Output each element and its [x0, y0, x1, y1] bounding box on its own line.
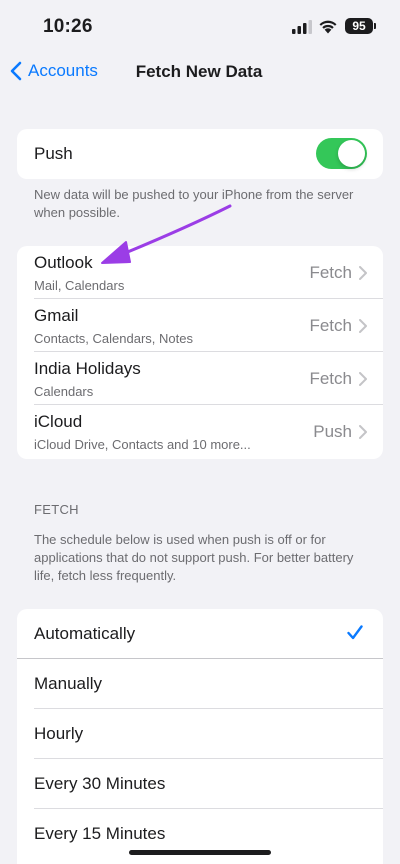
account-row-gmail[interactable]: Gmail Contacts, Calendars, Notes Fetch — [17, 299, 383, 352]
fetch-option-every-30-minutes[interactable]: Every 30 Minutes — [17, 759, 383, 809]
status-bar: 10:26 95 — [0, 0, 400, 52]
fetch-option-automatically[interactable]: Automatically — [17, 609, 383, 659]
account-name: Outlook — [34, 253, 93, 272]
battery-icon: 95 — [345, 18, 373, 34]
signal-icon — [292, 20, 312, 34]
account-detail: iCloud Drive, Contacts and 10 more... — [34, 437, 251, 452]
chevron-right-icon — [359, 266, 367, 280]
chevron-right-icon — [359, 319, 367, 333]
push-group: Push — [17, 129, 383, 179]
wifi-icon — [319, 20, 337, 34]
chevron-right-icon — [359, 372, 367, 386]
page-title-text: Fetch New Data — [135, 62, 263, 81]
account-row-icloud[interactable]: iCloud iCloud Drive, Contacts and 10 mor… — [17, 405, 383, 458]
push-toggle[interactable] — [316, 138, 367, 169]
chevron-right-icon — [359, 425, 367, 439]
toggle-knob — [338, 140, 365, 167]
account-detail: Mail, Calendars — [34, 278, 125, 293]
account-detail: Calendars — [34, 384, 94, 399]
account-value: Push — [313, 422, 352, 441]
status-time: 10:26 — [43, 16, 93, 37]
fetch-option-manually[interactable]: Manually — [17, 659, 383, 709]
account-name: iCloud — [34, 412, 83, 431]
account-name: Gmail — [34, 306, 79, 325]
account-detail: Contacts, Calendars, Notes — [34, 331, 193, 346]
accounts-group: Outlook Mail, Calendars Fetch Gmail Cont… — [17, 246, 383, 459]
account-name: India Holidays — [34, 359, 141, 378]
push-label: Push — [34, 144, 73, 163]
annotation-arrow — [101, 204, 232, 264]
fetch-option-label: Every 15 Minutes — [34, 824, 166, 843]
navigation-bar: Accounts Fetch New Data — [0, 52, 400, 92]
fetch-option-label: Manually — [34, 674, 103, 693]
home-indicator[interactable] — [129, 850, 271, 855]
fetch-section-header: FETCH — [34, 502, 79, 517]
fetch-option-label: Hourly — [34, 724, 84, 743]
account-value: Fetch — [309, 316, 352, 335]
checkmark-icon — [347, 625, 363, 640]
page-title: Fetch New Data — [0, 62, 400, 82]
account-value: Fetch — [309, 263, 352, 282]
fetch-option-label: Automatically — [34, 624, 136, 643]
account-value: Fetch — [309, 369, 352, 388]
fetch-option-hourly[interactable]: Hourly — [17, 709, 383, 759]
account-row-india-holidays[interactable]: India Holidays Calendars Fetch — [17, 352, 383, 405]
fetch-note: The schedule below is used when push is … — [34, 532, 354, 583]
battery-tip — [374, 23, 376, 29]
fetch-option-label: Every 30 Minutes — [34, 774, 166, 793]
fetch-options-group: Automatically Manually Hourly Every 30 M… — [17, 609, 383, 864]
